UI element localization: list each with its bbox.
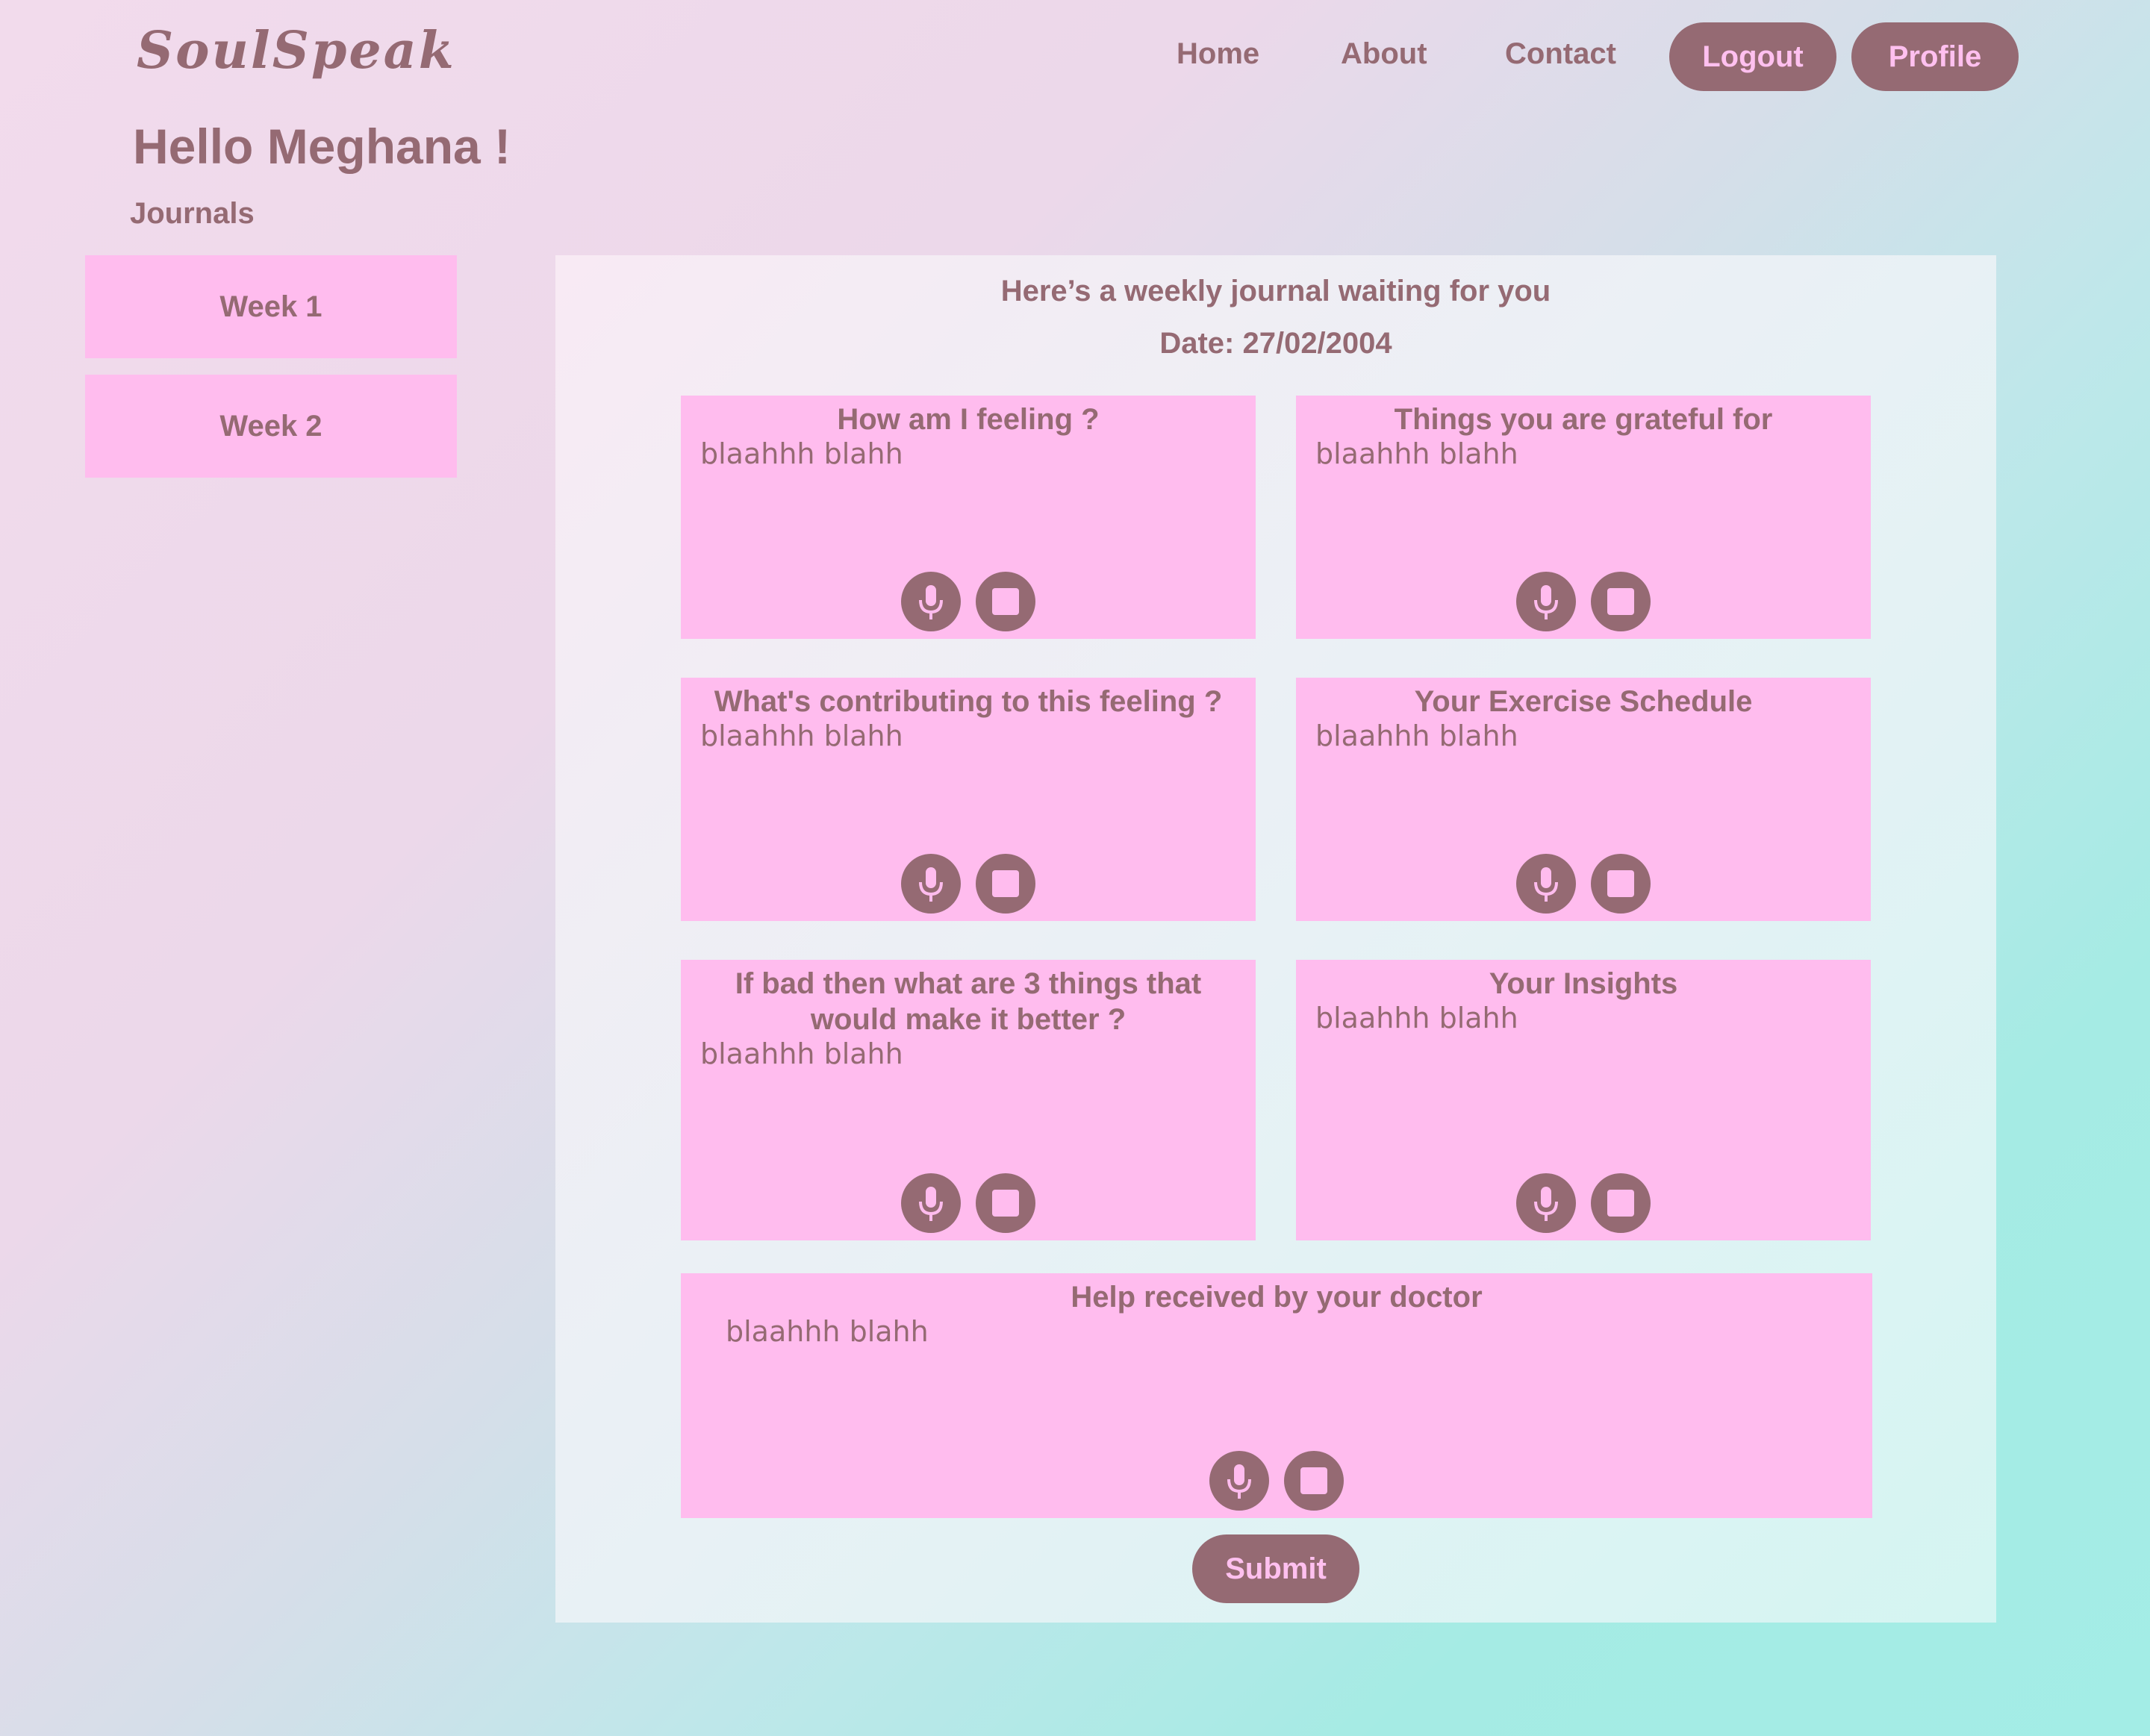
microphone-icon xyxy=(1227,1464,1251,1499)
card-buttons xyxy=(1296,572,1871,631)
stop-button[interactable] xyxy=(1591,1173,1651,1233)
stop-button[interactable] xyxy=(976,1173,1035,1233)
stop-icon xyxy=(992,588,1019,615)
journal-date: Date: 27/02/2004 xyxy=(1159,327,1392,360)
profile-button[interactable]: Profile xyxy=(1851,22,2019,91)
record-button[interactable] xyxy=(901,1173,961,1233)
greeting: Hello Meghana ! xyxy=(133,119,511,174)
stop-icon xyxy=(992,1190,1019,1217)
nav-about[interactable]: About xyxy=(1341,37,1427,71)
journal-card-improvements: If bad then what are 3 things that would… xyxy=(681,960,1256,1240)
journal-card-grateful: Things you are grateful for xyxy=(1296,396,1871,639)
microphone-icon xyxy=(1534,585,1558,619)
journal-card-insights: Your Insights xyxy=(1296,960,1871,1240)
card-buttons xyxy=(1296,854,1871,914)
card-buttons xyxy=(681,854,1256,914)
journal-panel: Here’s a weekly journal waiting for you … xyxy=(555,255,1996,1623)
journals-label: Journals xyxy=(130,197,255,230)
submit-button[interactable]: Submit xyxy=(1192,1534,1359,1603)
stop-button[interactable] xyxy=(976,854,1035,914)
journal-card-feeling: How am I feeling ? xyxy=(681,396,1256,639)
stop-button[interactable] xyxy=(1591,572,1651,631)
stop-icon xyxy=(1607,870,1634,897)
card-text-input[interactable] xyxy=(700,1037,1148,1070)
stop-icon xyxy=(1607,588,1634,615)
logo[interactable]: SoulSpeak xyxy=(137,21,456,81)
record-button[interactable] xyxy=(901,572,961,631)
journal-card-exercise: Your Exercise Schedule xyxy=(1296,678,1871,921)
card-title: Your Insights xyxy=(1489,967,1678,1000)
card-title: Help received by your doctor xyxy=(1071,1281,1483,1314)
stop-button[interactable] xyxy=(1284,1451,1344,1511)
stop-icon xyxy=(992,870,1019,897)
journal-card-doctor-help: Help received by your doctor xyxy=(681,1273,1872,1518)
card-title: Things you are grateful for xyxy=(1394,403,1773,436)
card-buttons xyxy=(681,1173,1256,1233)
stop-icon xyxy=(1607,1190,1634,1217)
card-buttons xyxy=(1296,1173,1871,1233)
card-text-input[interactable] xyxy=(1315,437,1763,470)
microphone-icon xyxy=(919,585,943,619)
card-buttons xyxy=(681,572,1256,631)
card-title: Your Exercise Schedule xyxy=(1414,685,1753,718)
journal-card-contributing: What's contributing to this feeling ? xyxy=(681,678,1256,921)
card-text-input[interactable] xyxy=(726,1315,1174,1348)
stop-button[interactable] xyxy=(976,572,1035,631)
card-buttons xyxy=(681,1451,1872,1511)
record-button[interactable] xyxy=(901,854,961,914)
nav-contact[interactable]: Contact xyxy=(1505,37,1616,71)
microphone-icon xyxy=(1534,867,1558,902)
journal-heading: Here’s a weekly journal waiting for you xyxy=(1000,275,1551,307)
sidebar-item-week-2[interactable]: Week 2 xyxy=(85,375,457,478)
record-button[interactable] xyxy=(1516,854,1576,914)
microphone-icon xyxy=(1534,1187,1558,1221)
card-text-input[interactable] xyxy=(1315,1002,1763,1034)
stop-button[interactable] xyxy=(1591,854,1651,914)
record-button[interactable] xyxy=(1209,1451,1269,1511)
card-text-input[interactable] xyxy=(700,437,1148,470)
card-text-input[interactable] xyxy=(700,719,1148,752)
card-title: How am I feeling ? xyxy=(837,403,1100,436)
stop-icon xyxy=(1300,1467,1327,1494)
card-title: What's contributing to this feeling ? xyxy=(714,685,1223,718)
card-text-input[interactable] xyxy=(1315,719,1763,752)
microphone-icon xyxy=(919,1187,943,1221)
record-button[interactable] xyxy=(1516,572,1576,631)
nav-home[interactable]: Home xyxy=(1177,37,1259,71)
record-button[interactable] xyxy=(1516,1173,1576,1233)
logout-button[interactable]: Logout xyxy=(1669,22,1836,91)
sidebar-item-week-1[interactable]: Week 1 xyxy=(85,255,457,358)
card-title: If bad then what are 3 things that would… xyxy=(735,967,1202,1036)
microphone-icon xyxy=(919,867,943,902)
